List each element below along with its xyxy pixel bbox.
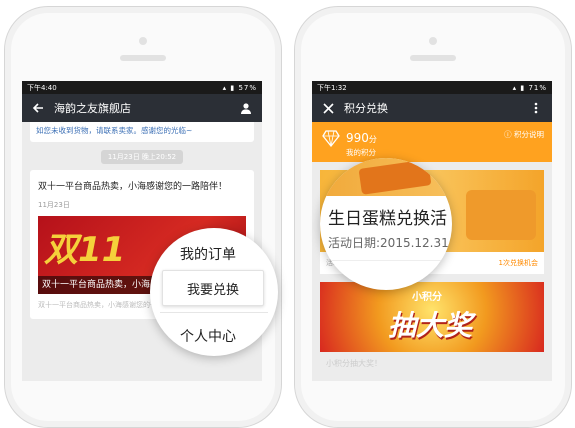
prize-chance: 1次兑换机会	[498, 259, 538, 267]
zoom-prize-title: 生日蛋糕兑换活	[328, 209, 447, 229]
speaker-grille	[410, 55, 456, 61]
points-unit: 分	[368, 135, 377, 144]
status-bar: 下午1:32 ▴ ▮ 71%	[312, 81, 552, 94]
page-title: 海韵之友旗舰店	[54, 102, 131, 115]
zoom-divider	[320, 260, 452, 261]
banner-headline: 双11	[44, 230, 126, 270]
cake-shape	[358, 159, 432, 195]
app-header: 海韵之友旗舰店	[22, 94, 262, 122]
app-header: 积分兑换	[312, 94, 552, 122]
lottery-caption: 小积分抽大奖！	[326, 359, 382, 368]
points-summary: 990分 我的积分 ⓘ 积分说明	[312, 122, 552, 162]
zoom-prize-date: 活动日期:2015.12.31	[328, 236, 449, 250]
camera-dot	[139, 37, 147, 45]
article-title: 双十一平台商品热卖，小海感谢您的一路陪伴！	[38, 182, 228, 192]
diamond-icon	[322, 130, 340, 147]
points-label: 我的积分	[346, 148, 376, 157]
menu-magnifier: 我的订单 我要兑换 个人中心	[150, 228, 278, 356]
zoom-cake-band	[320, 158, 452, 196]
status-bar: 下午4:40 ▴ ▮ 57%	[22, 81, 262, 94]
lottery-banner[interactable]: 小积分 抽大奖	[320, 282, 544, 352]
chat-timestamp: 11月23日 晚上20:52	[101, 150, 183, 164]
speaker-grille	[120, 55, 166, 61]
points-help-link[interactable]: ⓘ 积分说明	[504, 129, 544, 140]
back-arrow-icon[interactable]	[30, 100, 46, 116]
lottery-small-text: 小积分	[412, 292, 442, 303]
camera-dot	[429, 37, 437, 45]
more-menu-icon[interactable]	[528, 100, 544, 116]
page-title: 积分兑换	[344, 102, 388, 115]
status-time: 下午1:32	[317, 83, 347, 92]
status-icons: ▴ ▮ 71%	[512, 83, 547, 92]
menu-divider	[160, 312, 268, 313]
prize-magnifier: 生日蛋糕兑换活 活动日期:2015.12.31	[320, 158, 452, 290]
menu-item-my-orders[interactable]: 我的订单	[180, 244, 236, 264]
help-icon: ⓘ	[504, 130, 512, 139]
status-time: 下午4:40	[27, 83, 57, 92]
profile-icon[interactable]	[238, 100, 254, 116]
lottery-headline: 抽大奖	[388, 309, 473, 342]
notice-message: 如您未收到货物，请联系卖家。感谢您的光临~	[30, 122, 254, 142]
points-help-label: 积分说明	[514, 130, 544, 139]
menu-item-redeem[interactable]: 我要兑换	[162, 270, 264, 306]
points-value: 990	[346, 131, 369, 145]
status-icons: ▴ ▮ 57%	[222, 83, 257, 92]
article-date: 11月23日	[38, 201, 70, 209]
close-icon[interactable]	[320, 100, 336, 116]
cake-shape	[466, 190, 536, 240]
menu-item-personal-center[interactable]: 个人中心	[180, 326, 236, 346]
